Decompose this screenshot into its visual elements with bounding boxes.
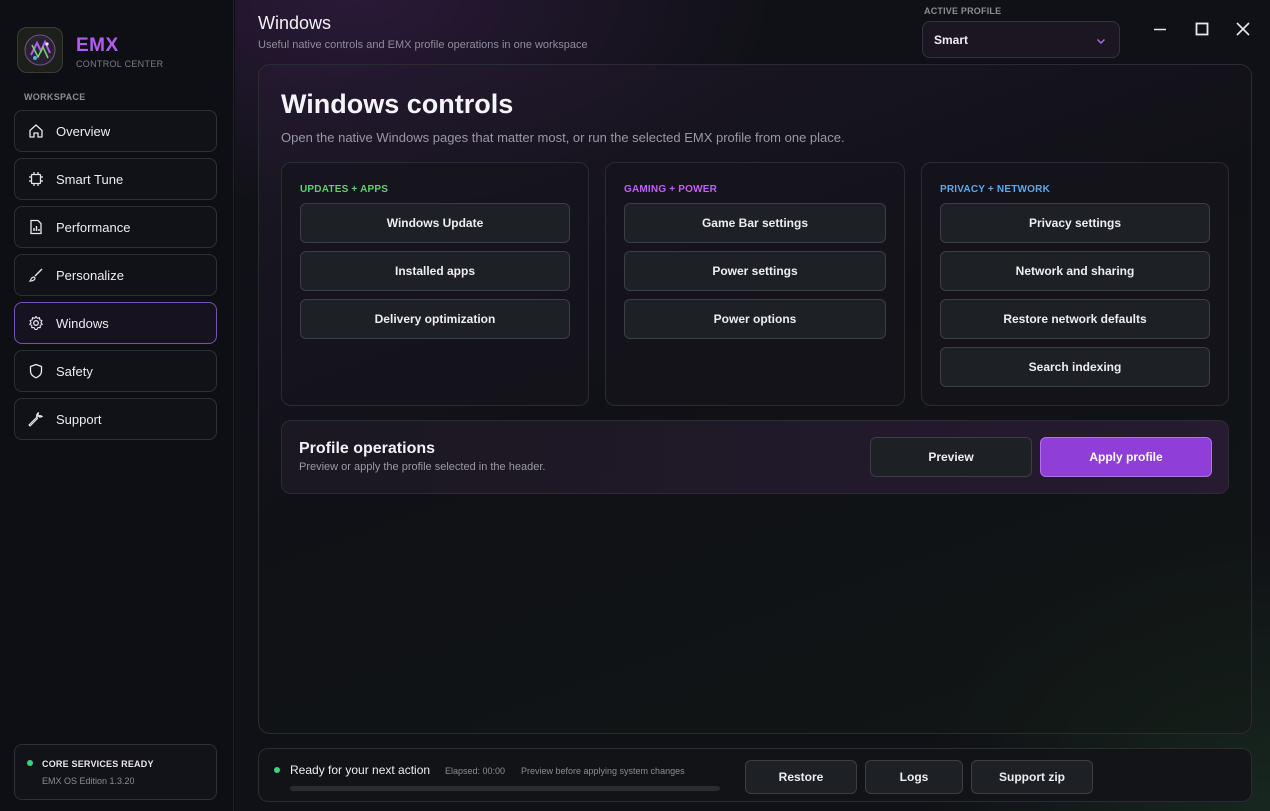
group-updates-apps: UPDATES + APPS Windows Update Installed … xyxy=(281,162,589,406)
close-button[interactable] xyxy=(1229,18,1257,44)
sidebar-item-performance[interactable]: Performance xyxy=(14,206,217,248)
sidebar-item-label: Performance xyxy=(56,219,131,235)
brand-subtitle: CONTROL CENTER xyxy=(76,59,164,69)
sidebar: EMX CONTROL CENTER WORKSPACE Overview Sm… xyxy=(0,0,234,811)
page-title: Windows xyxy=(258,13,332,33)
logs-button[interactable]: Logs xyxy=(865,760,963,794)
brand-name: EMX xyxy=(76,35,119,56)
installed-apps-button[interactable]: Installed apps xyxy=(300,251,570,291)
power-settings-button[interactable]: Power settings xyxy=(624,251,886,291)
ready-indicator-dot xyxy=(274,767,280,773)
windows-update-button[interactable]: Windows Update xyxy=(300,203,570,243)
sidebar-item-label: Personalize xyxy=(56,267,124,283)
core-status-card: CORE SERVICES READY EMX OS Edition 1.3.2… xyxy=(14,744,217,800)
chart-file-icon xyxy=(27,218,45,236)
sidebar-item-label: Safety xyxy=(56,363,93,379)
sidebar-item-support[interactable]: Support xyxy=(14,398,217,440)
group-title: GAMING + POWER xyxy=(624,184,718,195)
shield-icon xyxy=(27,362,45,380)
wrench-icon xyxy=(27,410,45,428)
status-hint: Preview before applying system changes xyxy=(521,766,685,776)
status-title: CORE SERVICES READY xyxy=(42,759,154,769)
sidebar-item-label: Support xyxy=(56,411,102,427)
game-bar-settings-button[interactable]: Game Bar settings xyxy=(624,203,886,243)
active-profile-label: ACTIVE PROFILE xyxy=(924,6,1002,16)
minimize-icon xyxy=(1153,22,1167,41)
chevron-down-icon xyxy=(1095,34,1107,52)
active-profile-select[interactable]: Smart xyxy=(922,21,1120,58)
emx-logo xyxy=(17,27,63,73)
sidebar-nav: Overview Smart Tune Performance Personal… xyxy=(14,110,217,446)
active-profile-value: Smart xyxy=(934,32,969,47)
minimize-button[interactable] xyxy=(1146,18,1174,44)
progress-bar xyxy=(290,786,720,791)
network-and-sharing-button[interactable]: Network and sharing xyxy=(940,251,1210,291)
preview-button[interactable]: Preview xyxy=(870,437,1032,477)
chip-icon xyxy=(27,170,45,188)
sidebar-item-label: Smart Tune xyxy=(56,171,124,187)
sidebar-item-personalize[interactable]: Personalize xyxy=(14,254,217,296)
restore-button[interactable]: Restore xyxy=(745,760,857,794)
support-zip-button[interactable]: Support zip xyxy=(971,760,1093,794)
power-options-button[interactable]: Power options xyxy=(624,299,886,339)
profile-operations-title: Profile operations xyxy=(299,440,436,457)
sidebar-item-overview[interactable]: Overview xyxy=(14,110,217,152)
group-title: PRIVACY + NETWORK xyxy=(940,184,1050,195)
sidebar-item-windows[interactable]: Windows xyxy=(14,302,217,344)
version-label: EMX OS Edition 1.3.20 xyxy=(42,776,135,786)
group-privacy-network: PRIVACY + NETWORK Privacy settings Netwo… xyxy=(921,162,1229,406)
sidebar-item-safety[interactable]: Safety xyxy=(14,350,217,392)
restore-network-defaults-button[interactable]: Restore network defaults xyxy=(940,299,1210,339)
sidebar-item-smart-tune[interactable]: Smart Tune xyxy=(14,158,217,200)
status-indicator-dot xyxy=(27,760,33,766)
maximize-button[interactable] xyxy=(1188,18,1216,44)
home-icon xyxy=(27,122,45,140)
elapsed-time: Elapsed: 00:00 xyxy=(445,766,506,776)
profile-operations-card: Profile operations Preview or apply the … xyxy=(281,420,1229,494)
privacy-settings-button[interactable]: Privacy settings xyxy=(940,203,1210,243)
gear-icon xyxy=(27,314,45,332)
sidebar-item-label: Overview xyxy=(56,123,111,139)
brush-icon xyxy=(27,266,45,284)
close-icon xyxy=(1236,21,1250,41)
status-footer: Ready for your next action Elapsed: 00:0… xyxy=(258,748,1252,802)
workspace-label: WORKSPACE xyxy=(24,92,86,102)
group-gaming-power: GAMING + POWER Game Bar settings Power s… xyxy=(605,162,905,406)
search-indexing-button[interactable]: Search indexing xyxy=(940,347,1210,387)
page-subtitle: Useful native controls and EMX profile o… xyxy=(258,39,588,51)
group-title: UPDATES + APPS xyxy=(300,184,389,195)
section-subtitle: Open the native Windows pages that matte… xyxy=(281,130,845,145)
apply-profile-button[interactable]: Apply profile xyxy=(1040,437,1212,477)
maximize-icon xyxy=(1195,22,1209,41)
status-message: Ready for your next action xyxy=(290,763,431,777)
delivery-optimization-button[interactable]: Delivery optimization xyxy=(300,299,570,339)
profile-operations-subtitle: Preview or apply the profile selected in… xyxy=(299,461,546,473)
section-title: Windows controls xyxy=(281,89,514,119)
app-window: EMX CONTROL CENTER WORKSPACE Overview Sm… xyxy=(0,0,1270,811)
sidebar-item-label: Windows xyxy=(56,315,109,331)
